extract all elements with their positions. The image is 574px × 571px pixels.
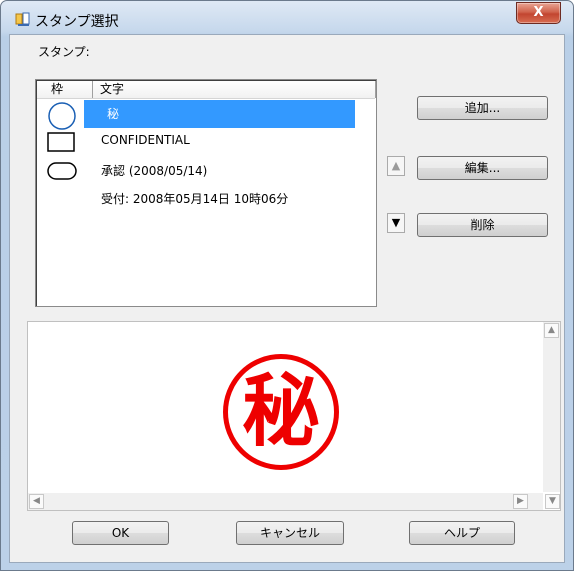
list-item-text: 受付: 2008年05月14日 10時06分: [101, 192, 289, 206]
stamp-label: スタンプ:: [38, 45, 90, 59]
list-item-text: CONFIDENTIAL: [101, 133, 190, 147]
stamp-preview: 秘 ▲ ◀ ▶ ▼: [27, 321, 561, 511]
list-item-text: 承認 (2008/05/14): [101, 164, 208, 178]
title-bar[interactable]: スタンプ選択 X: [1, 1, 573, 34]
dialog-body: スタンプ: 枠 文字 秘 CONFIDENTIAL 承認 (2008/05/14…: [9, 34, 565, 563]
stamp-preview-image: 秘: [223, 354, 339, 470]
help-button[interactable]: ヘルプ: [409, 521, 515, 545]
list-item-text: 秘: [107, 107, 120, 121]
stamp-select-dialog: スタンプ選択 X スタンプ: 枠 文字 秘 CONFIDENTIAL 承認 (2…: [0, 0, 574, 571]
move-up-button[interactable]: ▲: [387, 156, 405, 176]
selection-highlight: [84, 100, 355, 128]
vertical-scrollbar[interactable]: ▲: [543, 322, 560, 492]
stamp-list[interactable]: 枠 文字 秘 CONFIDENTIAL 承認 (2008/05/14) 受付: …: [35, 79, 377, 307]
scroll-right-arrow-icon[interactable]: ▶: [513, 494, 528, 509]
list-item[interactable]: 承認 (2008/05/14): [37, 156, 375, 184]
list-item[interactable]: 受付: 2008年05月14日 10時06分: [37, 184, 375, 212]
list-item[interactable]: CONFIDENTIAL: [37, 127, 375, 155]
rounded-rectangle-frame-icon: [47, 162, 77, 180]
cancel-button[interactable]: キャンセル: [236, 521, 344, 545]
ok-button[interactable]: OK: [72, 521, 169, 545]
column-header-text[interactable]: 文字: [94, 81, 376, 98]
column-header-frame[interactable]: 枠: [37, 81, 93, 98]
scroll-up-arrow-icon[interactable]: ▲: [544, 323, 559, 338]
edit-button[interactable]: 編集...: [417, 156, 548, 180]
move-down-button[interactable]: ▼: [387, 213, 405, 233]
app-book-icon: [15, 12, 30, 26]
list-header: 枠 文字: [37, 81, 376, 99]
close-button[interactable]: X: [516, 2, 561, 24]
list-item[interactable]: 秘: [37, 99, 375, 130]
delete-button[interactable]: 削除: [417, 213, 548, 237]
scroll-down-arrow-icon[interactable]: ▼: [545, 494, 560, 509]
window-title: スタンプ選択: [35, 14, 119, 30]
add-button[interactable]: 追加...: [417, 96, 548, 120]
scroll-left-arrow-icon[interactable]: ◀: [29, 494, 44, 509]
rectangle-frame-icon: [47, 132, 75, 152]
horizontal-scrollbar[interactable]: ◀ ▶: [28, 493, 543, 510]
